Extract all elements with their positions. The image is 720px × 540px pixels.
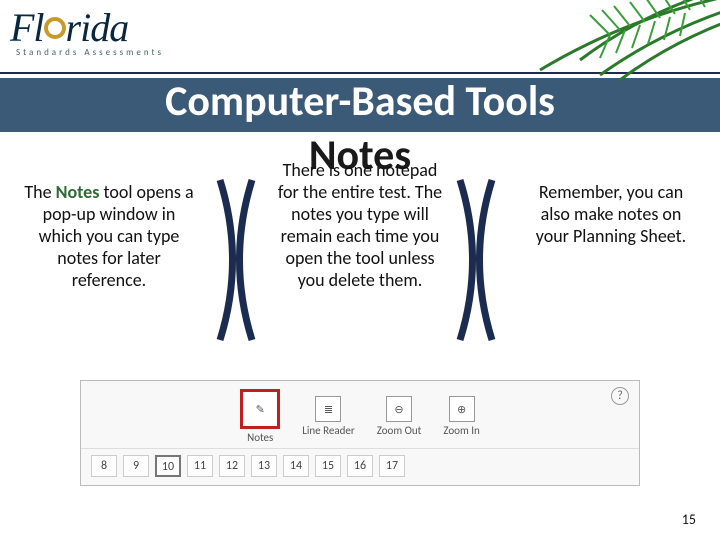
question-number[interactable]: 9 bbox=[123, 455, 149, 477]
toolbar-item-line-reader[interactable]: ≣ Line Reader bbox=[302, 396, 355, 437]
help-icon[interactable]: ? bbox=[611, 387, 629, 405]
col-left-pre: The bbox=[24, 181, 55, 203]
toolbar-icons-row: ✎ Notes ≣ Line Reader ⊖ Zoom Out ⊕ Zoom In ? bbox=[81, 381, 639, 449]
fsa-logo: Flrida Standards Assessments bbox=[10, 4, 164, 58]
palm-frond-decor bbox=[460, 0, 720, 90]
question-number[interactable]: 14 bbox=[283, 455, 309, 477]
toolbar-item-label: Notes bbox=[240, 431, 280, 444]
toolbar-item-label: Zoom In bbox=[443, 424, 479, 437]
toolbar-screenshot: ✎ Notes ≣ Line Reader ⊖ Zoom Out ⊕ Zoom In ? 89… bbox=[80, 380, 640, 486]
toolbar-item-zoom-out[interactable]: ⊖ Zoom Out bbox=[377, 396, 422, 437]
zoom-in-icon: ⊕ bbox=[449, 396, 475, 422]
logo-o-ring bbox=[44, 17, 66, 39]
toolbar-item-label: Line Reader bbox=[302, 424, 355, 437]
logo-wordmark: Flrida bbox=[10, 4, 164, 51]
question-number[interactable]: 16 bbox=[347, 455, 373, 477]
question-number[interactable]: 17 bbox=[379, 455, 405, 477]
question-number[interactable]: 11 bbox=[187, 455, 213, 477]
divider-arc-2 bbox=[430, 175, 520, 345]
column-left: The Notes tool opens a pop-up window in … bbox=[24, 145, 194, 291]
question-number[interactable]: 12 bbox=[219, 455, 245, 477]
toolbar-item-label: Zoom Out bbox=[377, 424, 422, 437]
question-number[interactable]: 10 bbox=[155, 455, 181, 477]
line-reader-icon: ≣ bbox=[315, 396, 341, 422]
zoom-out-icon: ⊖ bbox=[386, 396, 412, 422]
logo-subtext: Standards Assessments bbox=[10, 47, 164, 58]
page-number: 15 bbox=[682, 511, 696, 528]
column-middle: There is one notepad for the entire test… bbox=[275, 145, 445, 291]
question-number[interactable]: 13 bbox=[251, 455, 277, 477]
toolbar-item-zoom-in[interactable]: ⊕ Zoom In bbox=[443, 396, 479, 437]
divider-arc-1 bbox=[190, 175, 280, 345]
notes-icon: ✎ bbox=[240, 389, 280, 429]
col-left-strong: Notes bbox=[56, 181, 100, 203]
column-right: Remember, you can also make notes on you… bbox=[526, 145, 696, 291]
question-number[interactable]: 15 bbox=[315, 455, 341, 477]
question-number-strip: 89 10 11 12 13 14 15 16 17 bbox=[81, 449, 639, 485]
question-number[interactable]: 8 bbox=[91, 455, 117, 477]
toolbar-item-notes[interactable]: ✎ Notes bbox=[240, 389, 280, 444]
slide-header: Flrida Standards Assessments bbox=[0, 0, 720, 74]
columns-row: The Notes tool opens a pop-up window in … bbox=[0, 145, 720, 291]
